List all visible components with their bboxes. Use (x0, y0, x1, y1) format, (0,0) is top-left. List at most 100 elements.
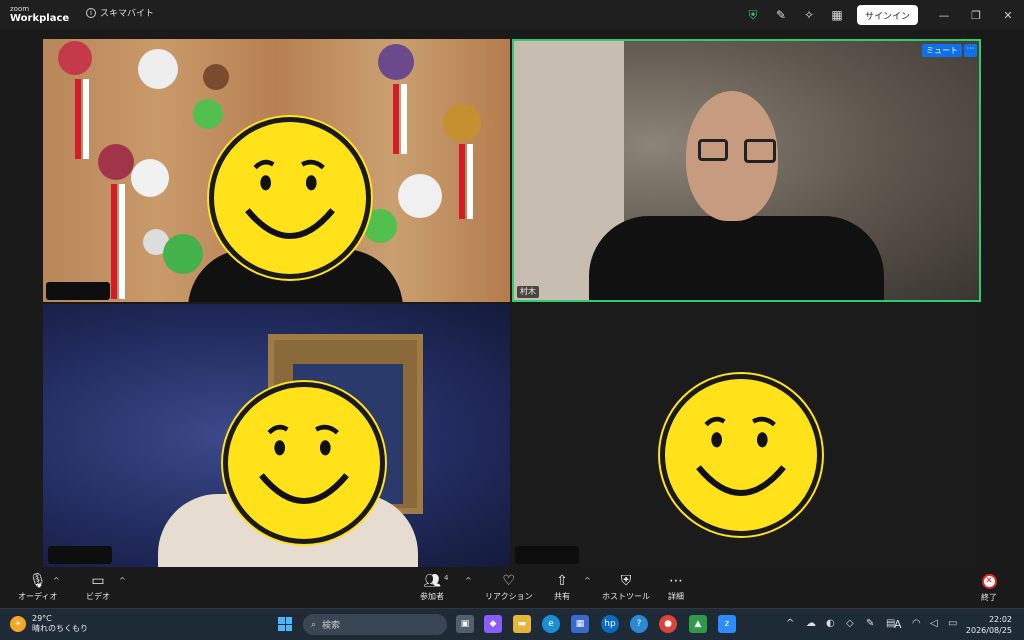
share-label: 共有 (554, 592, 570, 601)
video-options-chevron-icon[interactable]: ^ (119, 576, 126, 585)
video-camera-icon: ▭ (91, 573, 105, 589)
participant-glasses-left (698, 139, 728, 161)
weather-temperature: 29°C (32, 614, 52, 623)
tray-wifi-icon[interactable]: ◠ (912, 618, 921, 629)
participant-body (589, 216, 884, 300)
name-redaction (48, 546, 112, 564)
tray-pen-icon[interactable]: ✎ (866, 618, 874, 629)
tray-dropbox-icon[interactable]: ◇ (846, 618, 854, 629)
decoration-temari (98, 144, 134, 180)
smiley-face-cover (223, 382, 385, 544)
taskbar-search[interactable]: ⌕ 検索 (303, 614, 447, 635)
more-dots-icon: ⋯ (669, 573, 683, 589)
details-button[interactable]: ⋯ 詳細 (668, 571, 684, 602)
task-view-icon[interactable]: ▣ (456, 615, 474, 633)
apps-grid-icon[interactable]: ▦ (823, 0, 851, 30)
audio-options-chevron-icon[interactable]: ^ (53, 576, 60, 585)
signin-button[interactable]: サインイン (856, 5, 918, 25)
minimize-icon[interactable]: — (928, 0, 960, 30)
chrome-icon[interactable]: ● (659, 615, 677, 633)
decoration-tassel (393, 84, 399, 154)
video-tile-1[interactable] (43, 39, 510, 302)
shield-check-icon[interactable]: ⛨ (739, 0, 767, 30)
decoration-temari (58, 41, 92, 75)
windows-taskbar: ☀ 29°C 晴れのちくもり ⌕ 検索 ▣ ◆ ▬ e ▦ hp ? ● ▲ z… (0, 608, 1024, 640)
meeting-info[interactable]: i スキマバイト (86, 6, 154, 19)
copilot-icon[interactable]: ◆ (484, 615, 502, 633)
tray-cloud-icon[interactable]: ☁ (806, 618, 816, 629)
tray-battery-icon[interactable]: ▭ (948, 618, 957, 629)
decoration-tassel (119, 184, 125, 299)
participants-options-chevron-icon[interactable]: ^ (465, 576, 472, 585)
host-tools-button[interactable]: ⛨ ホストツール (602, 571, 650, 602)
windows-start-icon[interactable] (278, 617, 292, 631)
whiteboard-pen-icon[interactable]: ✎ (767, 0, 795, 30)
decoration-tassel (401, 84, 407, 154)
participants-count: 4 (444, 574, 449, 582)
decoration-leaf (163, 234, 203, 274)
ai-sparkle-icon[interactable]: ✧ (795, 0, 823, 30)
participants-button[interactable]: 👥︎ 参加者 (420, 571, 444, 602)
more-options-button[interactable]: ··· (964, 44, 977, 57)
decoration-temari (378, 44, 414, 80)
name-redaction (515, 546, 579, 564)
close-icon[interactable]: ✕ (992, 0, 1024, 30)
zoom-logo: zoom Workplace (10, 5, 70, 24)
file-explorer-icon[interactable]: ▬ (513, 615, 531, 633)
end-label: 終了 (981, 593, 997, 602)
smiley-face-icon (259, 424, 349, 504)
share-button[interactable]: ⇧ 共有 (554, 571, 570, 602)
participant-name-label: 村木 (517, 286, 539, 298)
edge-icon[interactable]: e (542, 615, 560, 633)
hp-icon[interactable]: hp (601, 615, 619, 633)
video-label: ビデオ (86, 592, 110, 601)
decoration-tassel (75, 79, 81, 159)
meeting-title: スキマバイト (100, 9, 155, 19)
decoration-tassel (111, 184, 117, 299)
decoration-temari (131, 159, 169, 197)
video-tile-4[interactable] (512, 304, 981, 567)
decoration-tassel (459, 144, 465, 219)
zoom-app-icon[interactable]: z (718, 615, 736, 633)
details-label: 詳細 (668, 592, 684, 601)
app-green-icon[interactable]: ▲ (689, 615, 707, 633)
decoration-tassel (83, 79, 89, 159)
decoration-temari (443, 104, 481, 142)
tray-chevron-icon[interactable]: ^ (786, 618, 794, 629)
smiley-face-cover (660, 374, 822, 536)
taskbar-clock[interactable]: 22:02 2026/08/25 (966, 614, 1012, 636)
title-bar: zoom Workplace i スキマバイト ⛨ ✎ ✧ ▦ サインイン — … (0, 0, 1024, 30)
share-options-chevron-icon[interactable]: ^ (584, 576, 591, 585)
info-icon[interactable]: i (86, 7, 96, 18)
mute-badge[interactable]: ミュート (922, 44, 962, 57)
video-tile-2-active-speaker[interactable]: ミュート ··· 村木 (512, 39, 981, 302)
search-placeholder: 検索 (322, 621, 341, 631)
restore-icon[interactable]: ❐ (960, 0, 992, 30)
participant-glasses-right (744, 139, 776, 163)
video-tile-3[interactable] (43, 304, 510, 567)
participants-icon: 👥︎ (423, 573, 441, 589)
reactions-button[interactable]: ♡ リアクション (485, 571, 533, 602)
store-icon[interactable]: ▦ (571, 615, 589, 633)
meeting-toolbar: 🎙︎ オーディオ ^ ▭ ビデオ ^ 👥︎ 参加者 4 ^ ♡ リアクション ⇧… (0, 568, 1024, 608)
host-shield-icon: ⛨ (620, 573, 632, 589)
tray-ime-icon[interactable]: A (894, 618, 902, 631)
end-meeting-button[interactable]: ✕ 終了 (981, 571, 997, 603)
tray-volume-icon[interactable]: ◁ (930, 618, 938, 629)
name-redaction (46, 282, 110, 300)
decoration-temari (203, 64, 229, 90)
weather-condition: 晴れのちくもり (32, 624, 88, 633)
weather-widget[interactable]: ☀ 29°C 晴れのちくもり (10, 614, 88, 634)
logo-workplace-text: Workplace (10, 13, 70, 24)
decoration-temari (398, 174, 442, 218)
audio-button[interactable]: 🎙︎ オーディオ (18, 571, 57, 602)
clock-time: 22:02 (988, 615, 1012, 624)
reaction-heart-icon: ♡ (502, 573, 516, 589)
audio-label: オーディオ (18, 592, 58, 601)
microphone-icon: 🎙︎ (28, 573, 47, 589)
participants-label: 参加者 (420, 592, 444, 601)
video-button[interactable]: ▭ ビデオ (86, 571, 110, 602)
smiley-face-cover (209, 117, 371, 279)
help-icon[interactable]: ? (630, 615, 648, 633)
tray-app-icon[interactable]: ◐ (826, 618, 835, 629)
